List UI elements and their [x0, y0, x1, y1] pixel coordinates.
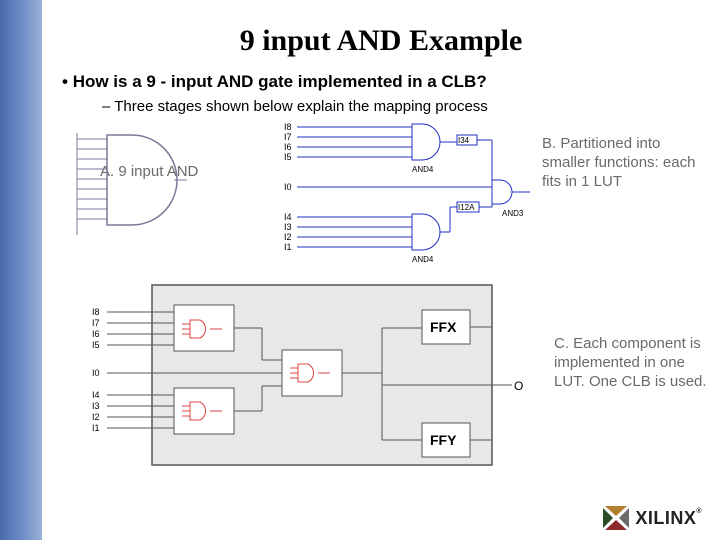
svg-text:I34: I34 — [458, 136, 470, 145]
diagram-a-svg — [52, 125, 192, 255]
diagram-b-svg: I8 I7 I6 I5 AND4 I34 I0 — [262, 120, 542, 270]
svg-text:AND3: AND3 — [502, 209, 524, 218]
svg-text:I4: I4 — [92, 390, 100, 400]
svg-text:FFY: FFY — [430, 432, 457, 448]
svg-text:I6: I6 — [92, 329, 100, 339]
bullet-level-2: Three stages shown below explain the map… — [102, 98, 720, 115]
diagram-c-svg: I8 I7 I6 I5 I0 I4 I3 I2 I1 — [82, 280, 542, 475]
svg-text:I1: I1 — [92, 423, 100, 433]
svg-text:O: O — [514, 379, 523, 393]
label-c: C. Each component is implemented in one … — [554, 335, 709, 391]
xilinx-logo-text: XILINX® — [635, 508, 702, 529]
svg-text:I8: I8 — [284, 122, 292, 132]
xilinx-logo: XILINX® — [601, 506, 702, 530]
svg-text:I0: I0 — [92, 368, 100, 378]
svg-text:AND4: AND4 — [412, 165, 434, 174]
svg-text:I2: I2 — [284, 232, 292, 242]
svg-text:I1: I1 — [284, 242, 292, 252]
svg-text:I2: I2 — [92, 412, 100, 422]
svg-text:I8: I8 — [92, 307, 100, 317]
svg-text:FFX: FFX — [430, 319, 457, 335]
label-b: B. Partitioned into smaller functions: e… — [542, 135, 712, 191]
svg-text:I12A: I12A — [458, 203, 475, 212]
svg-text:I0: I0 — [284, 182, 292, 192]
svg-text:I7: I7 — [284, 132, 292, 142]
svg-text:I5: I5 — [92, 340, 100, 350]
svg-text:I5: I5 — [284, 152, 292, 162]
bullet-level-1: How is a 9 - input AND gate implemented … — [62, 72, 720, 92]
left-decorative-stripe — [0, 0, 42, 540]
svg-text:AND4: AND4 — [412, 255, 434, 264]
svg-text:I3: I3 — [284, 222, 292, 232]
svg-text:I3: I3 — [92, 401, 100, 411]
svg-text:I6: I6 — [284, 142, 292, 152]
slide-content: 9 input AND Example How is a 9 - input A… — [42, 0, 720, 540]
diagram-area: A. 9 input AND B. Partitioned into small… — [42, 125, 720, 525]
slide-title: 9 input AND Example — [42, 24, 720, 58]
svg-text:I4: I4 — [284, 212, 292, 222]
svg-text:I7: I7 — [92, 318, 100, 328]
xilinx-logo-icon — [601, 506, 631, 530]
